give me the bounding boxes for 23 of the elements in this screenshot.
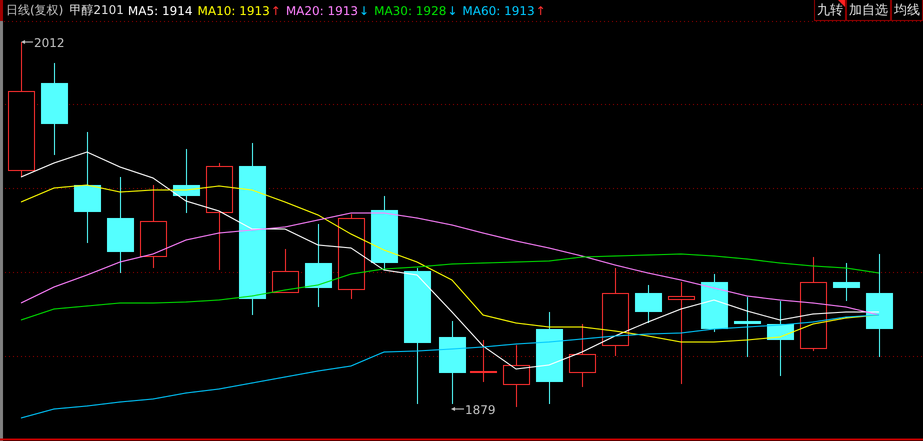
candlestick [569,324,596,388]
toolbar-button[interactable]: 均线 [891,0,923,21]
candlestick [833,262,860,302]
candlestick [635,284,662,324]
low-price-label: 1879 [465,403,496,417]
moving-average-value: MA10: 1913↑ [198,4,281,18]
candlestick [470,340,497,382]
candlestick [272,248,299,293]
toolbar-button[interactable]: 九转 [814,0,846,21]
period-label: 日线(复权) [6,2,64,19]
candlestick [503,344,530,408]
moving-average-value: MA30: 1928↓ [374,4,458,18]
candlestick [734,296,761,358]
symbol-label: 甲醇2101 [69,2,124,19]
leader-line [21,40,34,44]
candlestick [701,274,728,332]
leader-line [451,407,464,411]
high-price-label: 2012 [34,36,65,50]
moving-average-value: MA20: 1913↓ [286,4,370,18]
candlestick [173,148,200,214]
toolbar-button[interactable]: 加自选 [846,0,891,21]
moving-average-value: MA60: 1913↑ [462,4,546,18]
moving-average-value: MA5: 1914 [128,4,193,18]
